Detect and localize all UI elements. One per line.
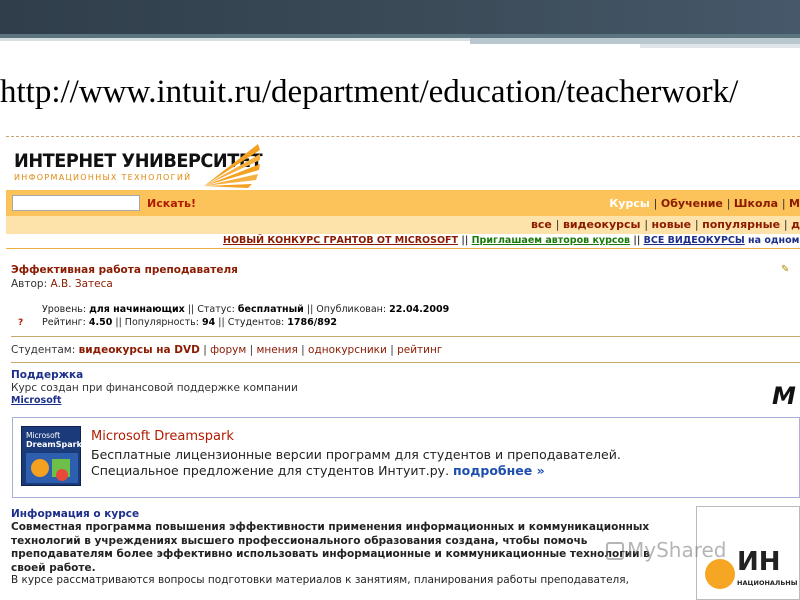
support-heading: Поддержка [11, 369, 84, 381]
dreamspark-banner[interactable]: Microsoft DreamSpark Microsoft Dreamspar… [12, 417, 800, 498]
status-value: бесплатный [237, 304, 304, 315]
nav-more-2[interactable]: д [791, 218, 800, 231]
course-meta-row-2: Рейтинг: 4.50 || Популярность: 94 || Сту… [42, 317, 338, 328]
secondary-nav: все | видеокурсы | новые | популярные | … [530, 218, 800, 231]
more-link[interactable]: подробнее » [453, 463, 545, 478]
nav-popular[interactable]: популярные [702, 218, 780, 231]
students-label: Студентам: [11, 344, 76, 356]
page-url-heading: http://www.intuit.ru/department/educatio… [0, 74, 739, 110]
right-panel-subtext: НАЦИОНАЛЬНЫ [737, 579, 798, 587]
dreamspark-art-icon [26, 453, 78, 483]
course-info-paragraph-2: В курсе рассматриваются вопросы подготов… [11, 574, 629, 586]
primary-nav: Курсы | Обучение | Школа | М [609, 197, 800, 210]
students-count-label: Студентов: [227, 317, 285, 328]
dvd-link[interactable]: видеокурсы на DVD [79, 344, 200, 356]
authors-link[interactable]: Приглашаем авторов курсов [472, 235, 630, 246]
all-video-tail: на одном [748, 235, 800, 246]
help-icon[interactable]: ? [18, 318, 23, 328]
bookmark-icon[interactable]: ✎ [781, 264, 789, 275]
nav-more[interactable]: М [789, 197, 800, 210]
published-value: 22.04.2009 [389, 304, 450, 315]
nav-school[interactable]: Школа [734, 197, 778, 210]
right-panel-text: ИН [737, 547, 781, 577]
dreamspark-offer: Специальное предложение для студентов Ин… [91, 463, 545, 478]
opinions-link[interactable]: мнения [257, 344, 298, 356]
dreamspark-logo-line2: DreamSpark [26, 440, 82, 449]
website-screenshot: ИНТЕРНЕТ УНИВЕРСИТЕТ ИНФОРМАЦИОННЫХ ТЕХН… [6, 136, 800, 600]
published-label: Опубликован: [316, 304, 387, 315]
students-links: Студентам: видеокурсы на DVD | форум | м… [11, 344, 443, 356]
level-value: для начинающих [89, 304, 185, 315]
microsoft-link[interactable]: Microsoft [11, 395, 61, 406]
support-text: Курс создан при финансовой поддержке ком… [11, 382, 298, 394]
banner-stripe [640, 44, 800, 48]
students-count-value: 1786/892 [287, 317, 338, 328]
dreamspark-text: Бесплатные лицензионные версии программ … [91, 447, 621, 462]
microsoft-logo[interactable]: M [772, 382, 796, 410]
nav-all[interactable]: все [531, 218, 552, 231]
course-info-heading: Информация о курсе [11, 508, 140, 520]
nav-learning[interactable]: Обучение [661, 197, 723, 210]
search-bar: Искать! Курсы | Обучение | Школа | М [6, 190, 800, 216]
secondary-nav-bar: все | видеокурсы | новые | популярные | … [6, 216, 800, 234]
course-title: Эффективная работа преподавателя [11, 264, 238, 276]
nav-new[interactable]: новые [652, 218, 692, 231]
classmates-link[interactable]: однокурсники [308, 344, 387, 356]
slide-header-banner [0, 0, 800, 48]
banner-stripe [0, 38, 470, 41]
grants-link[interactable]: НОВЫЙ КОНКУРС ГРАНТОВ ОТ MICROSOFT [223, 235, 458, 246]
search-input[interactable] [12, 195, 140, 211]
logo-fan-icon [204, 144, 260, 188]
course-author: Автор: А.В. Затеса [11, 278, 113, 290]
dreamspark-logo-line1: Microsoft [26, 431, 61, 440]
forum-link[interactable]: форум [210, 344, 246, 356]
rating-label: Рейтинг: [42, 317, 86, 328]
popularity-label: Популярность: [124, 317, 199, 328]
course-meta-row-1: Уровень: для начинающих || Статус: беспл… [42, 304, 450, 315]
divider [11, 336, 800, 337]
site-logo-subtitle: ИНФОРМАЦИОННЫХ ТЕХНОЛОГИЙ [14, 173, 192, 182]
announcement-bar: НОВЫЙ КОНКУРС ГРАНТОВ ОТ MICROSOFT || Пр… [6, 234, 800, 249]
rating-value: 4.50 [88, 317, 113, 328]
nav-videocourses[interactable]: видеокурсы [563, 218, 641, 231]
divider [6, 136, 800, 137]
dreamspark-logo[interactable]: Microsoft DreamSpark [21, 426, 82, 486]
watermark-icon [606, 542, 624, 560]
popularity-value: 94 [202, 317, 216, 328]
level-label: Уровень: [42, 304, 87, 315]
author-label: Автор: [11, 278, 48, 290]
dreamspark-title[interactable]: Microsoft Dreamspark [91, 429, 234, 444]
search-button[interactable]: Искать! [147, 197, 196, 210]
rating-link[interactable]: рейтинг [397, 344, 442, 356]
dreamspark-offer-text: Специальное предложение для студентов Ин… [91, 463, 450, 478]
divider [11, 362, 800, 363]
watermark: MyShared [606, 538, 727, 562]
all-video-link[interactable]: ВСЕ ВИДЕОКУРСЫ [644, 235, 745, 246]
status-label: Статус: [197, 304, 235, 315]
author-name[interactable]: А.В. Затеса [50, 278, 112, 290]
nav-courses[interactable]: Курсы [609, 197, 650, 210]
announcement-links: НОВЫЙ КОНКУРС ГРАНТОВ ОТ MICROSOFT || Пр… [223, 235, 800, 246]
watermark-text: MyShared [627, 538, 727, 562]
emblem-icon [705, 559, 735, 589]
course-info-paragraph: Совместная программа повышения эффективн… [11, 521, 650, 574]
